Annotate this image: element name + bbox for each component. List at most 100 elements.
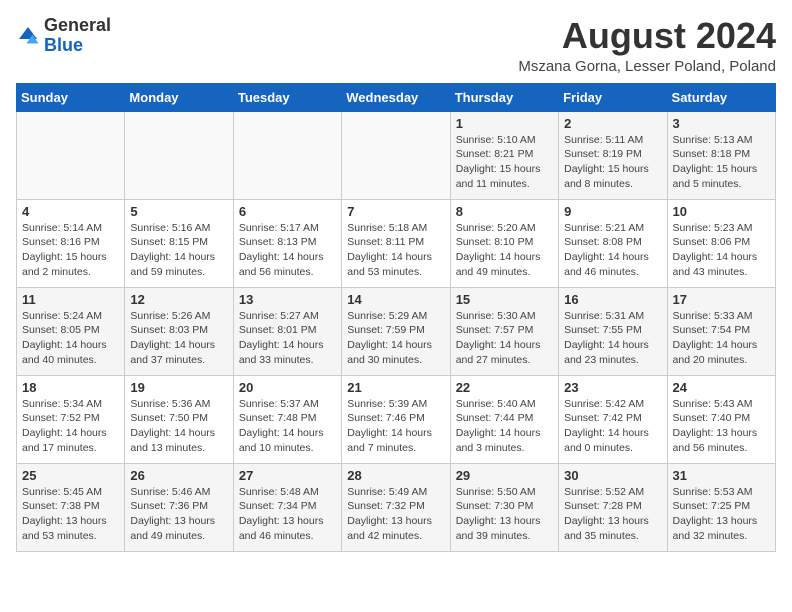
day-number: 1 (456, 116, 553, 131)
day-cell-30: 30Sunrise: 5:52 AMSunset: 7:28 PMDayligh… (559, 463, 667, 551)
day-cell-empty (233, 111, 341, 199)
day-detail: Sunrise: 5:11 AMSunset: 8:19 PMDaylight:… (564, 133, 661, 192)
day-number: 16 (564, 292, 661, 307)
day-detail: Sunrise: 5:24 AMSunset: 8:05 PMDaylight:… (22, 309, 119, 368)
day-cell-17: 17Sunrise: 5:33 AMSunset: 7:54 PMDayligh… (667, 287, 775, 375)
day-number: 27 (239, 468, 336, 483)
day-detail: Sunrise: 5:20 AMSunset: 8:10 PMDaylight:… (456, 221, 553, 280)
day-number: 23 (564, 380, 661, 395)
day-cell-4: 4 Sunrise: 5:14 AMSunset: 8:16 PMDaylight… (17, 199, 125, 287)
col-header-wednesday: Wednesday (342, 83, 450, 111)
day-detail: Sunrise: 5:14 AMSunset: 8:16 PMDaylight:… (22, 221, 119, 280)
day-cell-empty (17, 111, 125, 199)
day-detail: Sunrise: 5:34 AMSunset: 7:52 PMDaylight:… (22, 397, 119, 456)
day-number: 11 (22, 292, 119, 307)
day-cell-8: 8 Sunrise: 5:20 AMSunset: 8:10 PMDaylight… (450, 199, 558, 287)
day-cell-22: 22 Sunrise: 5:40 AMSunset: 7:44 PMDayligh… (450, 375, 558, 463)
day-number: 18 (22, 380, 119, 395)
week-row-5: 25Sunrise: 5:45 AMSunset: 7:38 PMDayligh… (17, 463, 776, 551)
day-cell-15: 15Sunrise: 5:30 AMSunset: 7:57 PMDayligh… (450, 287, 558, 375)
day-number: 31 (673, 468, 770, 483)
day-cell-19: 19Sunrise: 5:36 AMSunset: 7:50 PMDayligh… (125, 375, 233, 463)
day-number: 20 (239, 380, 336, 395)
day-cell-20: 20 Sunrise: 5:37 AMSunset: 7:48 PMDayligh… (233, 375, 341, 463)
logo: General Blue (16, 16, 111, 56)
day-cell-12: 12 Sunrise: 5:26 AMSunset: 8:03 PMDayligh… (125, 287, 233, 375)
day-cell-18: 18 Sunrise: 5:34 AMSunset: 7:52 PMDayligh… (17, 375, 125, 463)
page-header: General Blue August 2024 Mszana Gorna, L… (16, 16, 776, 75)
day-header-row: SundayMondayTuesdayWednesdayThursdayFrid… (17, 83, 776, 111)
col-header-monday: Monday (125, 83, 233, 111)
day-detail: Sunrise: 5:50 AMSunset: 7:30 PMDaylight:… (456, 485, 553, 544)
day-number: 28 (347, 468, 444, 483)
week-row-4: 18 Sunrise: 5:34 AMSunset: 7:52 PMDayligh… (17, 375, 776, 463)
day-number: 4 (22, 204, 119, 219)
day-cell-28: 28 Sunrise: 5:49 AMSunset: 7:32 PMDayligh… (342, 463, 450, 551)
title-block: August 2024 Mszana Gorna, Lesser Poland,… (518, 16, 776, 75)
logo-blue: Blue (44, 35, 83, 55)
day-detail: Sunrise: 5:43 AMSunset: 7:40 PMDaylight:… (673, 397, 770, 456)
day-cell-7: 7 Sunrise: 5:18 AMSunset: 8:11 PMDaylight… (342, 199, 450, 287)
col-header-friday: Friday (559, 83, 667, 111)
logo-text: General Blue (44, 16, 111, 56)
day-detail: Sunrise: 5:42 AMSunset: 7:42 PMDaylight:… (564, 397, 661, 456)
day-cell-29: 29 Sunrise: 5:50 AMSunset: 7:30 PMDayligh… (450, 463, 558, 551)
col-header-thursday: Thursday (450, 83, 558, 111)
day-detail: Sunrise: 5:37 AMSunset: 7:48 PMDaylight:… (239, 397, 336, 456)
day-detail: Sunrise: 5:10 AMSunset: 8:21 PMDaylight:… (456, 133, 553, 192)
day-cell-14: 14Sunrise: 5:29 AMSunset: 7:59 PMDayligh… (342, 287, 450, 375)
day-number: 3 (673, 116, 770, 131)
location: Mszana Gorna, Lesser Poland, Poland (518, 58, 776, 75)
col-header-sunday: Sunday (17, 83, 125, 111)
day-detail: Sunrise: 5:16 AMSunset: 8:15 PMDaylight:… (130, 221, 227, 280)
calendar-table: SundayMondayTuesdayWednesdayThursdayFrid… (16, 83, 776, 552)
day-cell-empty (125, 111, 233, 199)
day-detail: Sunrise: 5:40 AMSunset: 7:44 PMDaylight:… (456, 397, 553, 456)
day-detail: Sunrise: 5:26 AMSunset: 8:03 PMDaylight:… (130, 309, 227, 368)
day-cell-21: 21 Sunrise: 5:39 AMSunset: 7:46 PMDayligh… (342, 375, 450, 463)
week-row-2: 4 Sunrise: 5:14 AMSunset: 8:16 PMDaylight… (17, 199, 776, 287)
day-number: 6 (239, 204, 336, 219)
day-number: 12 (130, 292, 227, 307)
day-number: 22 (456, 380, 553, 395)
day-number: 5 (130, 204, 227, 219)
day-number: 24 (673, 380, 770, 395)
day-number: 14 (347, 292, 444, 307)
week-row-3: 11 Sunrise: 5:24 AMSunset: 8:05 PMDayligh… (17, 287, 776, 375)
day-detail: Sunrise: 5:27 AMSunset: 8:01 PMDaylight:… (239, 309, 336, 368)
day-detail: Sunrise: 5:21 AMSunset: 8:08 PMDaylight:… (564, 221, 661, 280)
day-cell-27: 27Sunrise: 5:48 AMSunset: 7:34 PMDayligh… (233, 463, 341, 551)
day-number: 25 (22, 468, 119, 483)
day-detail: Sunrise: 5:49 AMSunset: 7:32 PMDaylight:… (347, 485, 444, 544)
day-number: 29 (456, 468, 553, 483)
day-cell-11: 11 Sunrise: 5:24 AMSunset: 8:05 PMDayligh… (17, 287, 125, 375)
day-cell-empty (342, 111, 450, 199)
day-number: 21 (347, 380, 444, 395)
day-number: 10 (673, 204, 770, 219)
day-detail: Sunrise: 5:39 AMSunset: 7:46 PMDaylight:… (347, 397, 444, 456)
day-number: 9 (564, 204, 661, 219)
col-header-tuesday: Tuesday (233, 83, 341, 111)
day-detail: Sunrise: 5:17 AMSunset: 8:13 PMDaylight:… (239, 221, 336, 280)
day-number: 7 (347, 204, 444, 219)
day-number: 30 (564, 468, 661, 483)
day-detail: Sunrise: 5:46 AMSunset: 7:36 PMDaylight:… (130, 485, 227, 544)
day-cell-10: 10 Sunrise: 5:23 AMSunset: 8:06 PMDayligh… (667, 199, 775, 287)
day-cell-3: 3 Sunrise: 5:13 AMSunset: 8:18 PMDaylight… (667, 111, 775, 199)
day-detail: Sunrise: 5:53 AMSunset: 7:25 PMDaylight:… (673, 485, 770, 544)
day-detail: Sunrise: 5:18 AMSunset: 8:11 PMDaylight:… (347, 221, 444, 280)
day-number: 17 (673, 292, 770, 307)
day-detail: Sunrise: 5:13 AMSunset: 8:18 PMDaylight:… (673, 133, 770, 192)
day-cell-2: 2 Sunrise: 5:11 AMSunset: 8:19 PMDaylight… (559, 111, 667, 199)
day-number: 8 (456, 204, 553, 219)
day-detail: Sunrise: 5:31 AMSunset: 7:55 PMDaylight:… (564, 309, 661, 368)
day-cell-31: 31 Sunrise: 5:53 AMSunset: 7:25 PMDayligh… (667, 463, 775, 551)
day-number: 19 (130, 380, 227, 395)
day-detail: Sunrise: 5:23 AMSunset: 8:06 PMDaylight:… (673, 221, 770, 280)
col-header-saturday: Saturday (667, 83, 775, 111)
day-cell-5: 5 Sunrise: 5:16 AMSunset: 8:15 PMDaylight… (125, 199, 233, 287)
day-number: 2 (564, 116, 661, 131)
month-year: August 2024 (518, 16, 776, 56)
day-cell-9: 9 Sunrise: 5:21 AMSunset: 8:08 PMDaylight… (559, 199, 667, 287)
day-cell-26: 26Sunrise: 5:46 AMSunset: 7:36 PMDayligh… (125, 463, 233, 551)
